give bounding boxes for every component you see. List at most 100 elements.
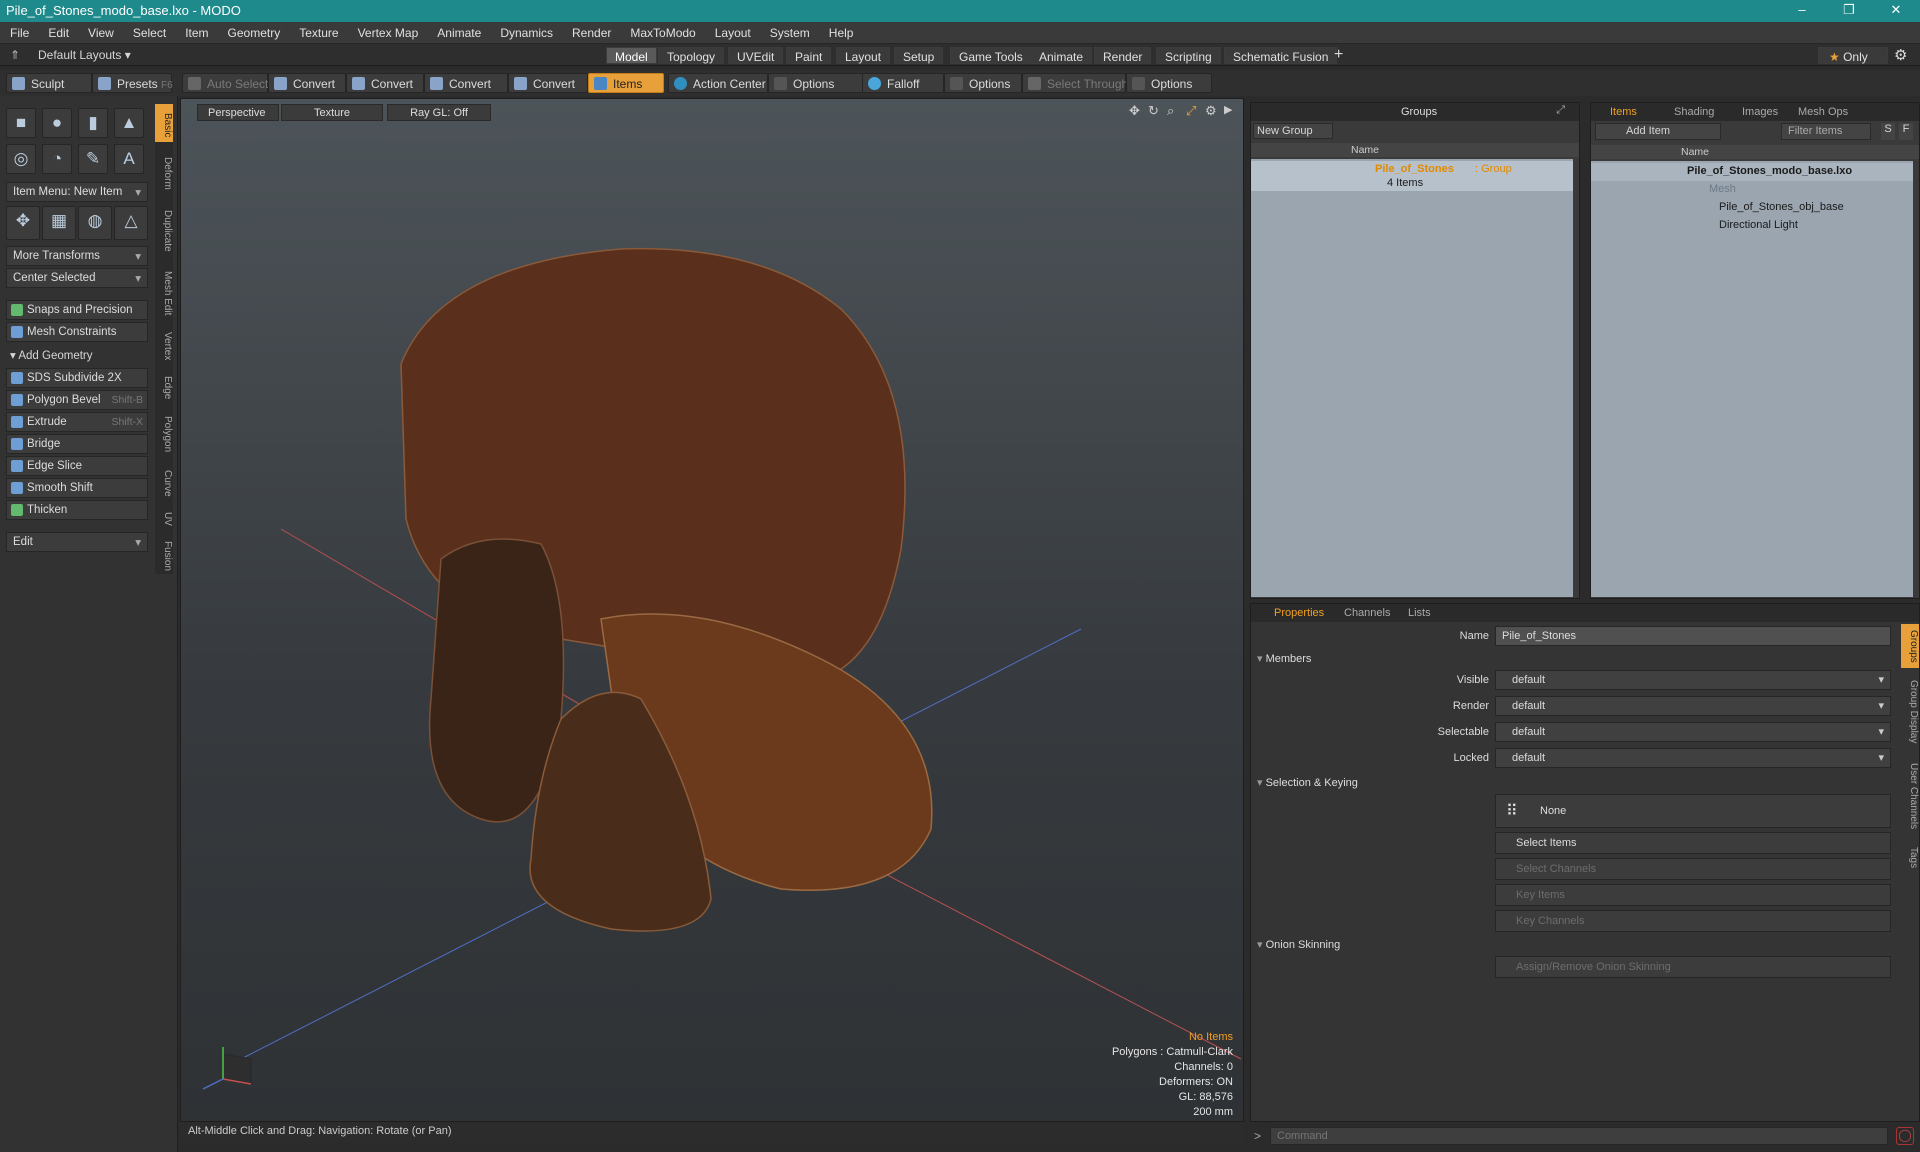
close-icon[interactable]: ✕ (1881, 2, 1911, 18)
name-input[interactable]: Pile_of_Stones (1495, 626, 1891, 646)
options-button-3[interactable]: Options (1126, 73, 1212, 93)
view-perspective-dropdown[interactable]: Perspective (197, 104, 279, 121)
tab-items[interactable]: Items (1603, 105, 1644, 121)
options-button-2[interactable]: Options (944, 73, 1022, 93)
layout-dropdown[interactable]: Default Layouts ▾ (38, 48, 131, 62)
tool-extrude[interactable]: Extrude Shift-X (6, 412, 148, 432)
tool-edge-slice[interactable]: Edge Slice (6, 456, 148, 476)
tab-schematic-fusion[interactable]: Schematic Fusion (1224, 47, 1338, 64)
render-select[interactable]: default (1495, 696, 1891, 716)
assign-onion-button[interactable]: Assign/Remove Onion Skinning (1495, 956, 1891, 978)
tab-images[interactable]: Images (1735, 105, 1785, 121)
key-channels-button[interactable]: Key Channels (1495, 910, 1891, 932)
tab-render[interactable]: Render (1094, 47, 1152, 64)
item-row-mesh[interactable]: Mesh (1591, 181, 1913, 199)
cylinder-icon[interactable]: ▮ (78, 108, 108, 138)
convert-button-2[interactable]: Convert (346, 73, 424, 93)
view-settings-icon[interactable]: ⚙ (1205, 103, 1217, 119)
text-icon[interactable]: A (114, 144, 144, 174)
zoom-view-icon[interactable]: ⌕ (1167, 103, 1174, 119)
item-menu-dropdown[interactable]: Item Menu: New Item (6, 182, 148, 202)
menu-system[interactable]: System (760, 22, 819, 40)
vtab-groups[interactable]: Groups (1901, 624, 1919, 668)
vtab-group-display[interactable]: Group Display (1901, 672, 1919, 752)
cone-icon[interactable]: ▲ (114, 108, 144, 138)
center-selected-dropdown[interactable]: Center Selected (6, 268, 148, 288)
layout-arrow-icon[interactable]: ⇑ (10, 48, 20, 62)
falloff-button[interactable]: Falloff (862, 73, 944, 93)
tab-lists[interactable]: Lists (1401, 606, 1438, 622)
tool-bridge[interactable]: Bridge (6, 434, 148, 454)
sphere-icon[interactable]: ● (42, 108, 72, 138)
vtab-mesh-edit[interactable]: Mesh Edit (155, 262, 173, 320)
edit-dropdown[interactable]: Edit (6, 532, 148, 552)
3d-viewport[interactable]: Perspective Texture Ray GL: Off ✥ ↻ ⌕ ⤢ … (180, 98, 1244, 1122)
vtab-edge[interactable]: Edge (155, 368, 173, 404)
view-menu-arrow-icon[interactable]: ▶ (1224, 103, 1232, 116)
item-row-scene[interactable]: Pile_of_Stones_modo_base.lxo (1591, 163, 1913, 181)
group-row[interactable]: Pile_of_Stones : Group 4 Items (1251, 161, 1573, 191)
maximize-view-icon[interactable]: ⤢ (1186, 103, 1196, 119)
selectable-select[interactable]: default (1495, 722, 1891, 742)
menu-file[interactable]: File (0, 22, 38, 40)
convert-button-1[interactable]: Convert (268, 73, 346, 93)
only-toggle[interactable]: ★ Only (1818, 47, 1888, 64)
s-button[interactable]: S (1881, 123, 1895, 140)
convert-button-4[interactable]: Convert (508, 73, 588, 93)
add-item-button[interactable]: Add Item (1595, 123, 1721, 140)
select-through-button[interactable]: Select Through (1022, 73, 1128, 93)
vtab-polygon[interactable]: Polygon (155, 406, 173, 458)
transform-icon[interactable]: ✥ (6, 206, 40, 240)
more-transforms-dropdown[interactable]: More Transforms (6, 246, 148, 266)
tab-properties[interactable]: Properties (1267, 606, 1331, 622)
tab-uvedit[interactable]: UVEdit (728, 47, 784, 64)
pen-icon[interactable]: ✎ (78, 144, 108, 174)
snaps-button[interactable]: Snaps and Precision (6, 300, 148, 320)
vtab-uv[interactable]: UV (155, 504, 173, 530)
menu-vertex-map[interactable]: Vertex Map (348, 22, 428, 40)
convert-button-3[interactable]: Convert (424, 73, 508, 93)
globe-icon[interactable]: ◍ (78, 206, 112, 240)
menu-geometry[interactable]: Geometry (218, 22, 290, 40)
rotate-view-icon[interactable]: ↻ (1148, 103, 1159, 119)
tool-thicken[interactable]: Thicken (6, 500, 148, 520)
move-view-icon[interactable]: ✥ (1129, 103, 1140, 119)
minimize-icon[interactable]: – (1787, 2, 1817, 17)
tab-setup[interactable]: Setup (894, 47, 944, 64)
command-input[interactable] (1270, 1127, 1888, 1145)
select-channels-button[interactable]: Select Channels (1495, 858, 1891, 880)
filter-items-input[interactable]: Filter Items (1781, 123, 1871, 140)
tool-smooth-shift[interactable]: Smooth Shift (6, 478, 148, 498)
select-items-button[interactable]: Select Items (1495, 832, 1891, 854)
vtab-duplicate[interactable]: Duplicate (155, 200, 173, 258)
expand-icon[interactable]: ⤢ (1556, 104, 1565, 117)
none-button[interactable]: ⠿ None (1495, 794, 1891, 828)
onion-skinning-section[interactable]: Onion Skinning (1257, 938, 1341, 951)
menu-maxtomodo[interactable]: MaxToModo (620, 22, 704, 40)
tab-topology[interactable]: Topology (658, 47, 725, 64)
menu-dynamics[interactable]: Dynamics (490, 22, 562, 40)
maximize-icon[interactable]: ❐ (1834, 2, 1864, 18)
tab-channels[interactable]: Channels (1337, 606, 1397, 622)
add-geometry-header[interactable]: ▾ Add Geometry (10, 348, 93, 362)
members-section[interactable]: Members (1257, 652, 1312, 665)
grid-icon[interactable]: ▦ (42, 206, 76, 240)
new-group-button[interactable]: New Group (1253, 123, 1333, 139)
vtab-tags[interactable]: Tags (1901, 840, 1919, 876)
vtab-fusion[interactable]: Fusion (155, 532, 173, 576)
vtab-vertex[interactable]: Vertex (155, 322, 173, 366)
menu-help[interactable]: Help (819, 22, 863, 40)
vtab-curve[interactable]: Curve (155, 460, 173, 502)
key-items-button[interactable]: Key Items (1495, 884, 1891, 906)
selection-keying-section[interactable]: Selection & Keying (1257, 776, 1358, 789)
vtab-deform[interactable]: Deform (155, 146, 173, 196)
cube-icon[interactable]: ■ (6, 108, 36, 138)
menu-view[interactable]: View (78, 22, 123, 40)
sculpt-button[interactable]: Sculpt (6, 73, 92, 93)
item-row-obj-base[interactable]: Pile_of_Stones_obj_base (1591, 199, 1913, 217)
menu-select[interactable]: Select (123, 22, 175, 40)
capsule-icon[interactable]: ◔ (42, 144, 72, 174)
ray-gl-dropdown[interactable]: Ray GL: Off (387, 104, 491, 121)
presets-button[interactable]: Presets F6 (92, 73, 173, 93)
menu-item[interactable]: Item (175, 22, 217, 40)
